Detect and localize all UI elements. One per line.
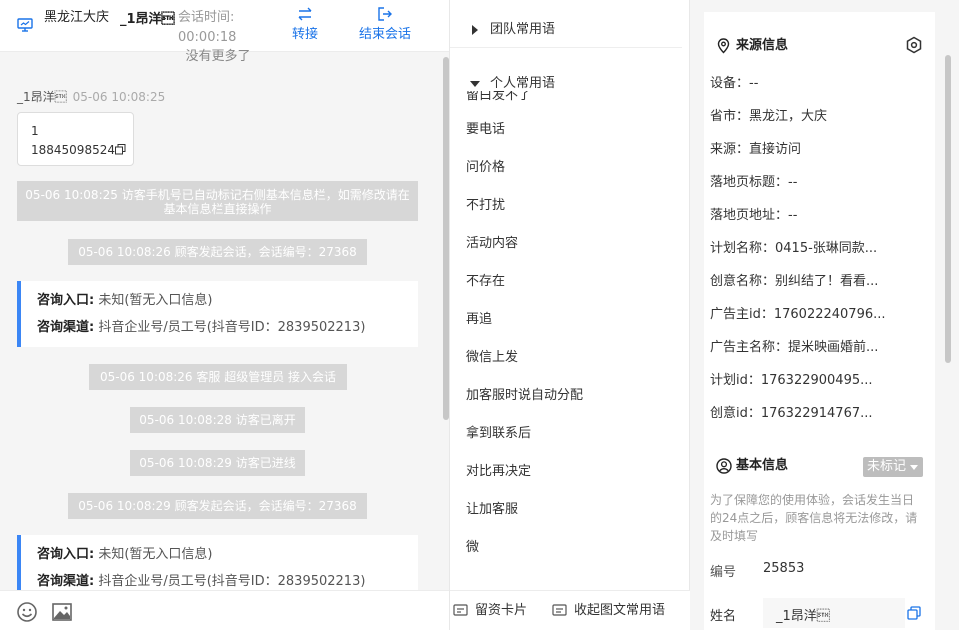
- basic-info-label: 基本信息: [736, 458, 789, 473]
- phrase-item[interactable]: 对比再决定: [450, 453, 682, 491]
- leave-card-label: 留资卡片: [475, 603, 528, 618]
- source-info-row: 创意名称：别纠结了！看看...: [710, 274, 879, 289]
- chat-panel: 黑龙江大庆 _1昂洋 会话时间: 00:00:18 转接 结束会话 没有更多了…: [0, 0, 450, 630]
- monitor-icon: [17, 18, 33, 32]
- visitor-location: 黑龙江大庆: [44, 10, 110, 25]
- phrase-item[interactable]: 不存在: [450, 263, 682, 301]
- team-phrase-label: 团队常用语: [490, 22, 556, 37]
- id-label: 编号: [710, 565, 737, 580]
- caret-down-icon: [470, 81, 480, 87]
- emoji-icon[interactable]: [16, 601, 38, 623]
- location-icon: [717, 38, 730, 54]
- settings-icon[interactable]: [905, 36, 923, 54]
- source-info-row: 省市：黑龙江，大庆: [710, 109, 828, 124]
- message-meta: _1昂洋 05-06 10:08:25: [17, 88, 165, 105]
- image-icon[interactable]: [51, 601, 73, 623]
- phrase-item[interactable]: 微: [450, 529, 682, 567]
- entry-info-card: 咨询入口: 未知(暂无入口信息) 咨询渠道: 抖音企业号/员工号(抖音号ID：2…: [17, 281, 418, 347]
- phone-number: 18845098524: [31, 143, 115, 157]
- phrase-item[interactable]: 加客服时说自动分配: [450, 377, 682, 415]
- system-message: 05-06 10:08:26 顾客发起会话，会话编号：27368: [68, 239, 367, 265]
- phone-message-bubble: 1 18845098524: [17, 112, 134, 166]
- channel-label: 咨询渠道:: [37, 574, 95, 589]
- phrase-item[interactable]: 微信上发: [450, 339, 682, 377]
- user-icon: [716, 458, 732, 474]
- rich-text-icon: [552, 604, 567, 616]
- phrase-item[interactable]: 要电话: [450, 111, 682, 149]
- phrase-item[interactable]: 不打扰: [450, 187, 682, 225]
- entry-info-card: 咨询入口: 未知(暂无入口信息) 咨询渠道: 抖音企业号/员工号(抖音号ID：2…: [17, 535, 418, 597]
- id-value: 25853: [763, 561, 805, 576]
- phrase-toolbar: 留资卡片 收起图文常用语: [450, 590, 690, 630]
- mark-value: 未标记: [867, 459, 907, 474]
- message-time: 05-06 10:08:25: [72, 90, 166, 104]
- quick-phrase-panel: 团队常用语 留白发不了 个人常用语 要电话 问价格 不打扰 活动内容 不存在 再追 微信上发…: [450, 0, 690, 630]
- message-sender: _1昂洋: [17, 90, 67, 104]
- info-scrollbar[interactable]: [944, 55, 952, 363]
- entry-value: 未知(暂无入口信息): [98, 547, 213, 562]
- phrase-list: 要电话 问价格 不打扰 活动内容 不存在 再追 微信上发 加客服时说自动分配 拿到联系后 对比再决…: [450, 111, 682, 567]
- source-info-row: 落地页地址：--: [710, 208, 798, 223]
- source-info-row: 设备：--: [710, 76, 759, 91]
- channel-value: 抖音企业号/员工号(抖音号ID：2839502213): [98, 320, 366, 335]
- source-info-row: 来源：直接访问: [710, 142, 802, 157]
- copy-icon[interactable]: [114, 144, 126, 155]
- chat-scrollbar[interactable]: [442, 57, 449, 420]
- channel-label: 咨询渠道:: [37, 320, 95, 335]
- no-more-text: 没有更多了: [185, 49, 251, 64]
- collapse-rich-label: 收起图文常用语: [574, 603, 666, 618]
- entry-label: 咨询入口:: [37, 547, 95, 562]
- system-message: 05-06 10:08:28 访客已离开: [130, 407, 305, 433]
- channel-value: 抖音企业号/员工号(抖音号ID：2839502213): [98, 574, 366, 589]
- source-info-row: 计划名称：0415-张琳同款...: [710, 241, 878, 256]
- source-info-title: 来源信息: [717, 37, 789, 55]
- system-message: 05-06 10:08:29 访客已进线: [130, 450, 305, 476]
- phrase-item[interactable]: 问价格: [450, 149, 682, 187]
- copy-icon[interactable]: [907, 606, 921, 620]
- transfer-icon: [298, 7, 312, 21]
- leave-card-button[interactable]: 留资卡片: [453, 603, 528, 619]
- source-info-row: 创意id：176322914767...: [710, 406, 873, 421]
- name-value: _1昂洋: [776, 609, 830, 624]
- source-info-row: 广告主id：176022240796...: [710, 307, 886, 322]
- personal-phrase-group[interactable]: 个人常用语: [450, 66, 682, 102]
- team-phrase-group[interactable]: 团队常用语: [450, 12, 682, 48]
- name-label: 姓名: [710, 609, 737, 624]
- basic-info-title: 基本信息: [716, 457, 789, 475]
- caret-down-icon: [910, 465, 918, 470]
- system-message: 05-06 10:08:25 访客手机号已自动标记右侧基本信息栏，如需修改请在基…: [17, 181, 418, 221]
- collapse-rich-button[interactable]: 收起图文常用语: [552, 603, 666, 619]
- entry-value: 未知(暂无入口信息): [98, 293, 213, 308]
- visitor-name: _1昂洋: [120, 12, 175, 27]
- phrase-item[interactable]: 拿到联系后: [450, 415, 682, 453]
- end-chat-label: 结束会话: [358, 27, 411, 42]
- transfer-button[interactable]: 转接: [288, 6, 322, 44]
- caret-right-icon: [472, 25, 478, 35]
- personal-phrase-label: 个人常用语: [490, 76, 556, 91]
- phone-line1: 1: [31, 124, 39, 138]
- source-info-label: 来源信息: [736, 38, 789, 53]
- phrase-item[interactable]: 活动内容: [450, 225, 682, 263]
- chat-header: 黑龙江大庆 _1昂洋 会话时间: 00:00:18 转接 结束会话: [0, 0, 449, 52]
- chat-toolbar: [0, 590, 449, 630]
- transfer-label: 转接: [291, 27, 318, 42]
- end-chat-button[interactable]: 结束会话: [356, 6, 414, 44]
- chat-scroll-thumb[interactable]: [443, 57, 449, 420]
- basic-info-note: 为了保障您的使用体验，会话发生当日的24点之后，顾客信息将无法修改，请及时填写: [710, 493, 918, 543]
- phrase-item[interactable]: 再追: [450, 301, 682, 339]
- session-time: 00:00:18: [178, 30, 237, 45]
- info-scroll-thumb[interactable]: [945, 55, 951, 363]
- card-icon: [453, 604, 468, 616]
- session-time-label: 会话时间:: [178, 10, 235, 25]
- source-info-row: 落地页标题：--: [710, 175, 798, 190]
- system-message: 05-06 10:08:29 顾客发起会话，会话编号：27368: [68, 493, 367, 519]
- phrase-item[interactable]: 让加客服: [450, 491, 682, 529]
- mark-dropdown[interactable]: 未标记: [863, 457, 923, 477]
- entry-label: 咨询入口:: [37, 293, 95, 308]
- source-info-row: 广告主名称：提米映画婚前...: [710, 340, 879, 355]
- system-message: 05-06 10:08:26 客服 超级管理员 接入会话: [89, 364, 347, 390]
- exit-icon: [378, 7, 392, 21]
- source-info-row: 计划id：176322900495...: [710, 373, 873, 388]
